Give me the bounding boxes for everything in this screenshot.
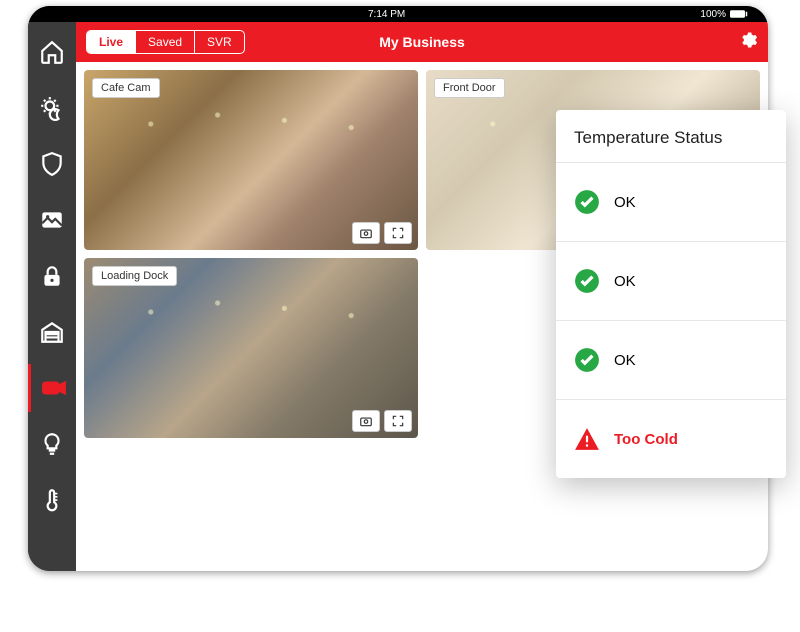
sidebar-item-locks[interactable] [28, 252, 76, 300]
check-circle-icon [574, 268, 600, 294]
top-bar: Live Saved SVR My Business [76, 22, 768, 62]
temp-status-label: OK [614, 352, 636, 369]
garage-icon [39, 319, 65, 345]
temp-row[interactable]: Too Cold [556, 400, 786, 478]
view-tabs: Live Saved SVR [86, 30, 245, 54]
sidebar [28, 22, 76, 571]
tab-svr[interactable]: SVR [195, 31, 244, 53]
fullscreen-button[interactable] [384, 410, 412, 432]
sidebar-item-thermostat[interactable] [28, 476, 76, 524]
check-circle-icon [574, 347, 600, 373]
gear-icon [738, 30, 758, 50]
camera-label: Cafe Cam [92, 78, 160, 98]
sidebar-item-images[interactable] [28, 196, 76, 244]
status-battery: 100% [700, 9, 726, 20]
check-circle-icon [574, 189, 600, 215]
lightbulb-icon [39, 431, 65, 457]
temperature-panel: Temperature Status OK OK OK Too Cold [556, 110, 786, 478]
status-time: 7:14 PM [368, 9, 405, 20]
expand-icon [391, 414, 405, 428]
shield-icon [39, 151, 65, 177]
expand-icon [391, 226, 405, 240]
snapshot-button[interactable] [352, 222, 380, 244]
sidebar-item-video[interactable] [28, 364, 76, 412]
lock-icon [39, 263, 65, 289]
fullscreen-button[interactable] [384, 222, 412, 244]
tab-saved[interactable]: Saved [136, 31, 195, 53]
sidebar-item-scenes[interactable] [28, 84, 76, 132]
camera-icon [359, 414, 373, 428]
sidebar-item-garage[interactable] [28, 308, 76, 356]
status-bar: 7:14 PM 100% [28, 6, 768, 22]
camera-label: Loading Dock [92, 266, 177, 286]
temp-status-label: OK [614, 194, 636, 211]
settings-button[interactable] [738, 30, 758, 55]
battery-icon [730, 9, 748, 19]
camera-icon [359, 226, 373, 240]
camera-tile[interactable]: Loading Dock [84, 258, 418, 438]
snapshot-button[interactable] [352, 410, 380, 432]
alert-triangle-icon [574, 426, 600, 452]
sidebar-item-security[interactable] [28, 140, 76, 188]
video-icon [41, 375, 67, 401]
temp-row[interactable]: OK [556, 242, 786, 321]
home-icon [39, 39, 65, 65]
panel-title: Temperature Status [556, 110, 786, 163]
temp-row[interactable]: OK [556, 321, 786, 400]
sidebar-item-lights[interactable] [28, 420, 76, 468]
thermometer-icon [39, 487, 65, 513]
camera-tile[interactable]: Cafe Cam [84, 70, 418, 250]
tab-live[interactable]: Live [87, 31, 136, 53]
temp-status-label: Too Cold [614, 431, 678, 448]
temp-row[interactable]: OK [556, 163, 786, 242]
camera-label: Front Door [434, 78, 505, 98]
sun-moon-icon [39, 95, 65, 121]
temp-status-label: OK [614, 273, 636, 290]
image-icon [39, 207, 65, 233]
sidebar-item-home[interactable] [28, 28, 76, 76]
